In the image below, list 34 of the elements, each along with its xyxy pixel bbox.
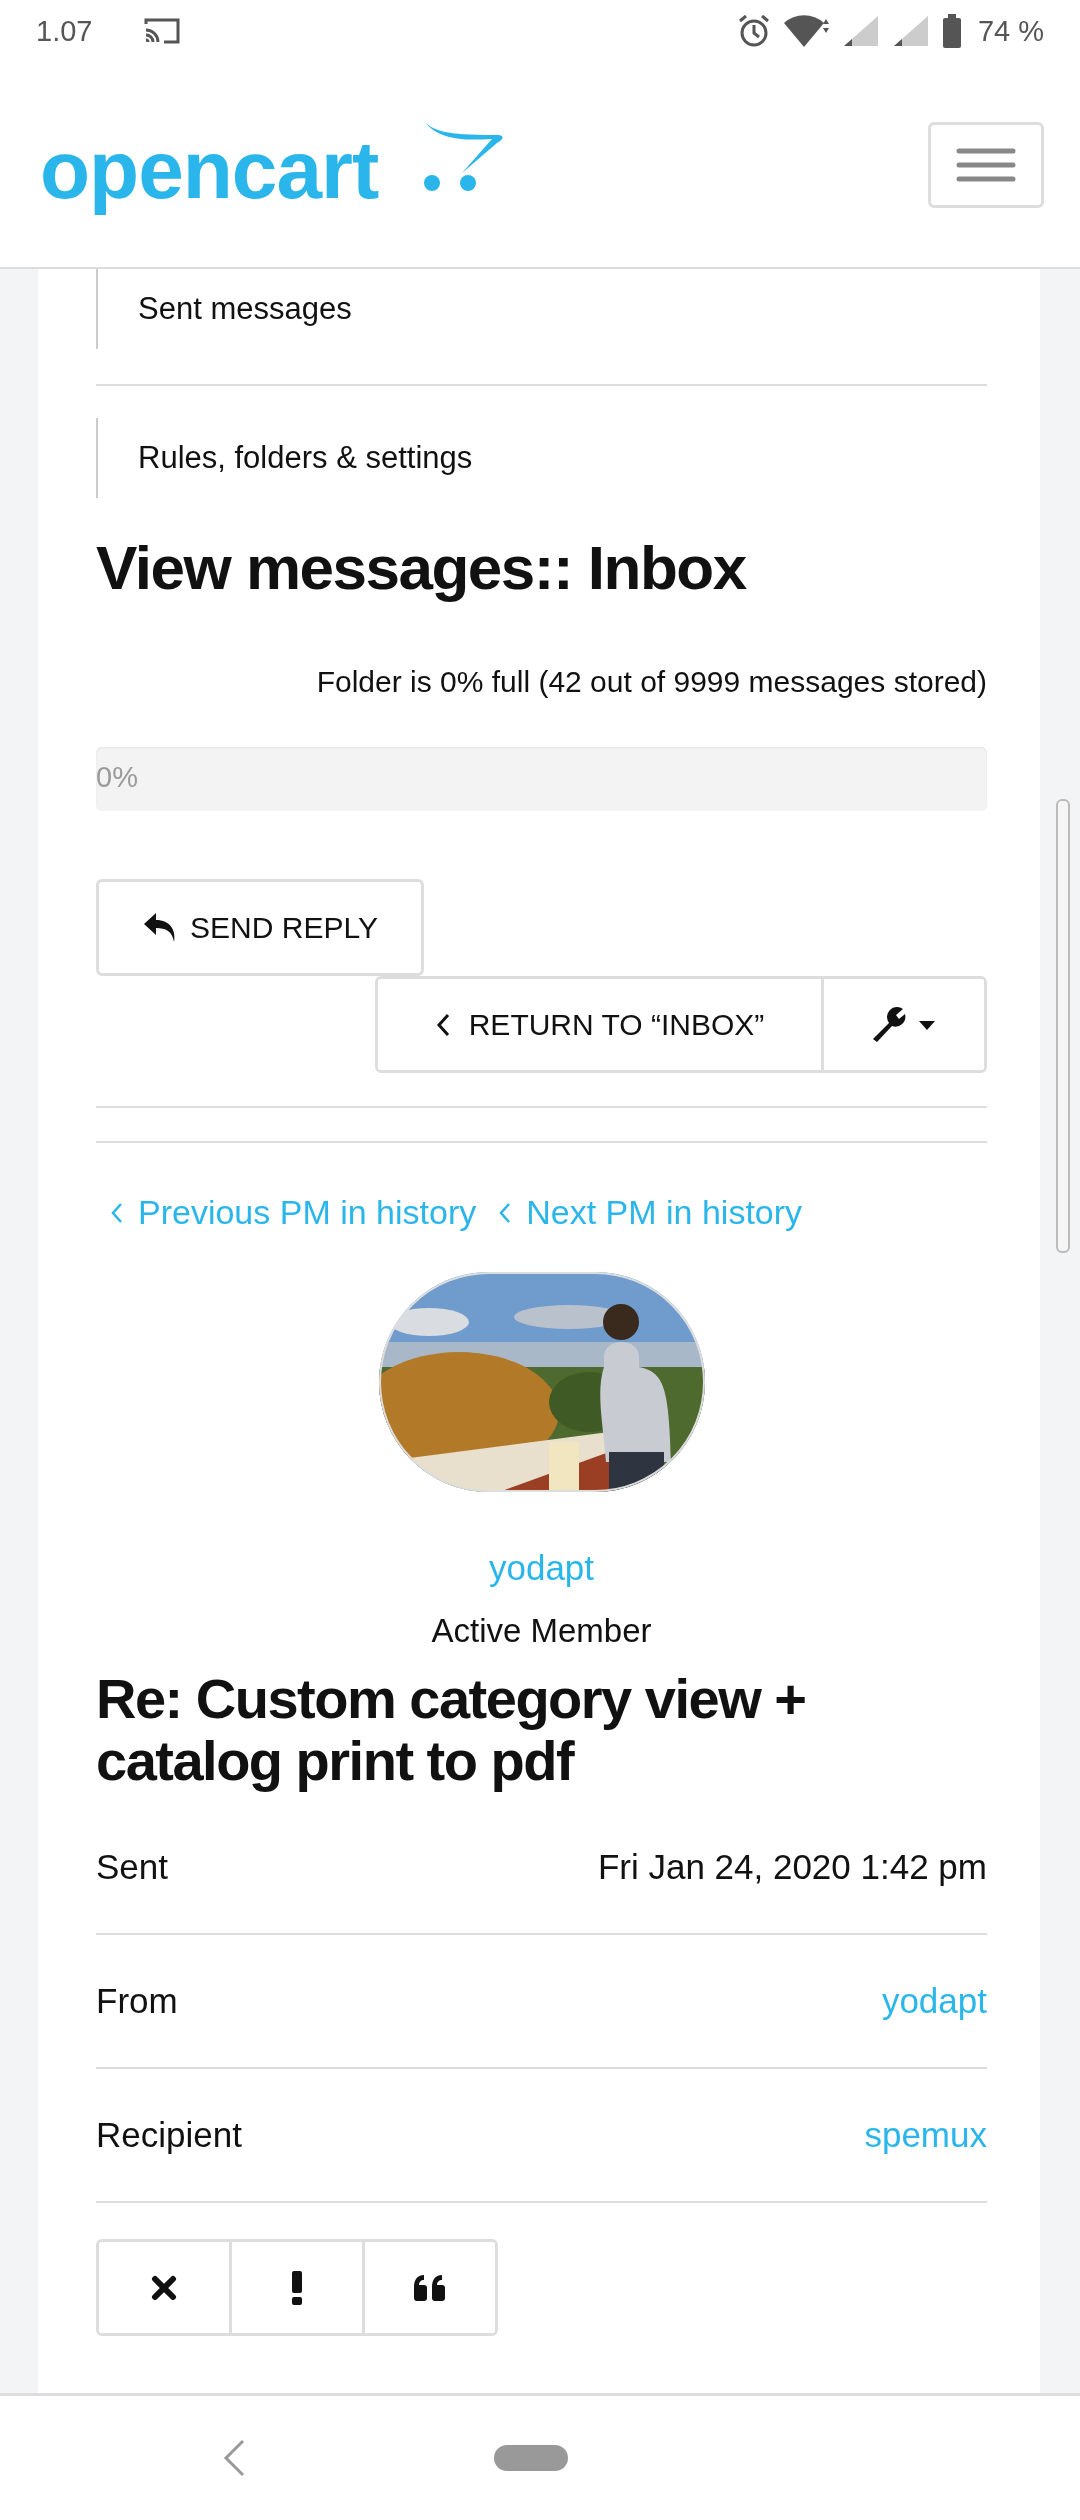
menu-button[interactable] <box>928 121 1044 208</box>
home-pill[interactable] <box>494 2445 568 2471</box>
message-subject: Re: Custom category view + catalog print to pdf <box>96 1668 807 1792</box>
battery-percent: 74 % <box>977 14 1044 48</box>
wifi-icon <box>781 13 832 49</box>
chevron-left-icon <box>434 1011 451 1038</box>
back-icon[interactable] <box>222 2439 246 2477</box>
author-rank: Active Member <box>430 1612 653 1650</box>
page-heading: View messages:: Inbox <box>96 532 748 603</box>
detail-link[interactable]: yodapt <box>881 1981 987 2022</box>
close-icon <box>150 2273 178 2302</box>
quote-icon <box>412 2272 448 2303</box>
send-reply-button[interactable]: SEND REPLY <box>96 879 424 976</box>
chevron-left-icon <box>110 1201 124 1224</box>
nav-link[interactable]: Sent messages <box>96 269 987 349</box>
chevron-left-icon <box>498 1201 513 1224</box>
history-link[interactable]: Previous PM in history <box>110 1193 477 1232</box>
detail-label: Recipient <box>96 2115 242 2156</box>
author-link[interactable]: yodapt <box>96 1548 987 1588</box>
wrench-caret-icon <box>871 1004 937 1045</box>
detail-value: Fri Jan 24, 2020 1:42 pm <box>597 1847 987 1888</box>
history-link[interactable]: Next PM in history <box>498 1193 803 1232</box>
return-button[interactable]: RETURN TO “INBOX” <box>378 979 824 1070</box>
exclamation-icon <box>291 2270 303 2305</box>
detail-link[interactable]: spemux <box>864 2115 987 2156</box>
status-time: 1.07 <box>36 14 93 48</box>
detail-label: Sent <box>96 1847 168 1888</box>
nav-link[interactable]: Rules, folders & settings <box>96 418 987 498</box>
delete-button[interactable] <box>99 2242 232 2334</box>
detail-label: From <box>96 1981 178 2022</box>
progress-label: 0% <box>96 761 138 794</box>
folder-status: Folder is 0% full (42 out of 9999 messages stored) <box>315 665 987 699</box>
battery-icon <box>941 14 962 48</box>
cast-icon <box>142 16 183 46</box>
